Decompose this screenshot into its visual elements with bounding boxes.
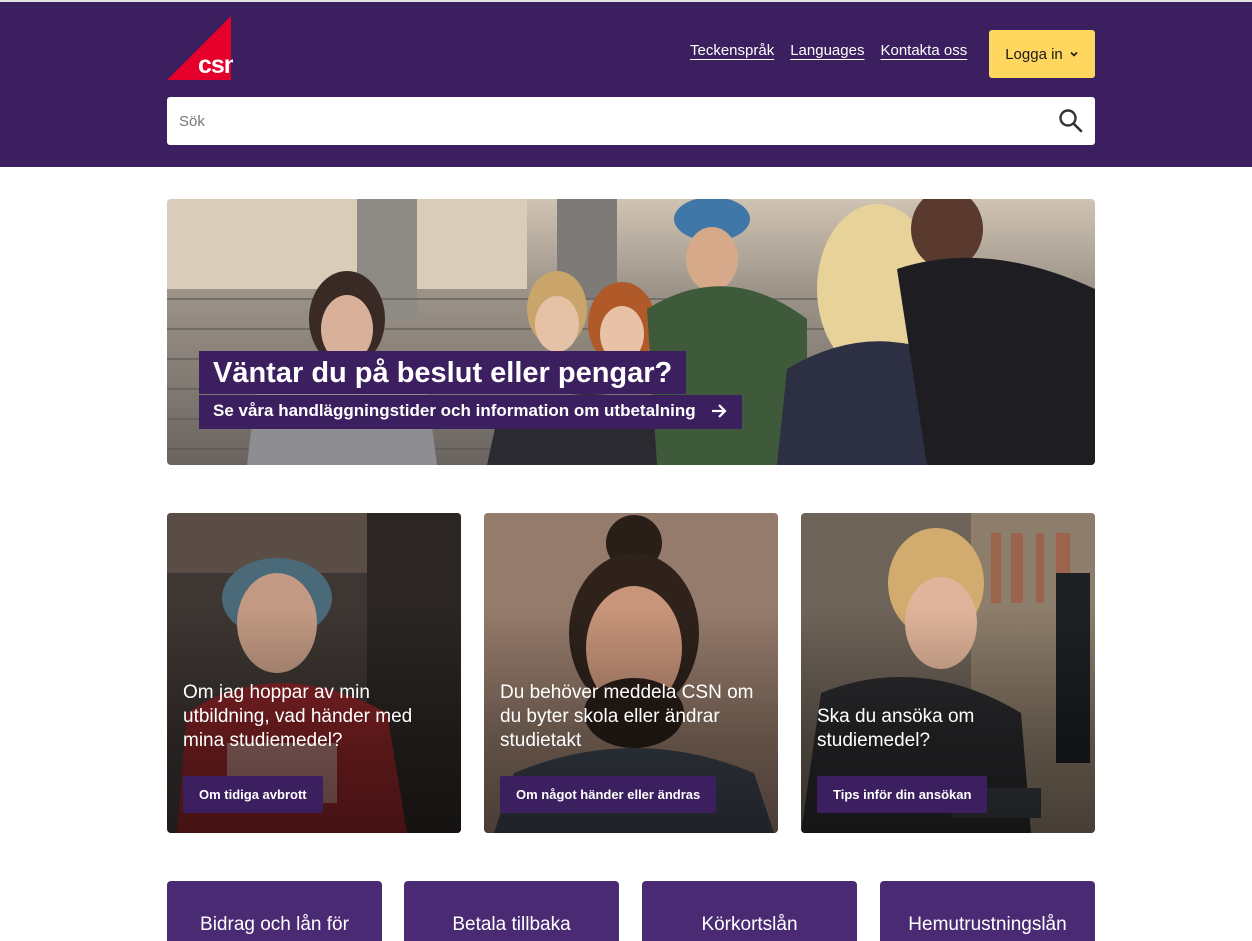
- hero-title: Väntar du på beslut eller pengar?: [199, 351, 687, 394]
- card-avbrott[interactable]: Om jag hoppar av min utbildning, vad hän…: [167, 513, 461, 833]
- csn-logo[interactable]: csn: [167, 16, 233, 80]
- card-text: Ska du ansöka om studiemedel?: [817, 706, 975, 751]
- search-bar: [167, 97, 1095, 145]
- tile-betala-tillbaka[interactable]: Betala tillbaka: [404, 881, 619, 941]
- link-languages[interactable]: Languages: [790, 42, 864, 59]
- hero-link[interactable]: Se våra handläggningstider och informati…: [199, 395, 742, 429]
- arrow-right-icon: [711, 404, 727, 418]
- card-button[interactable]: Om tidiga avbrott: [183, 776, 323, 813]
- card-button[interactable]: Tips inför din ansökan: [817, 776, 988, 813]
- tile-bidrag-och-lan[interactable]: Bidrag och lån för: [167, 881, 382, 941]
- hero-link-label: Se våra handläggningstider och informati…: [213, 401, 696, 420]
- svg-text:csn: csn: [198, 51, 233, 79]
- login-label: Logga in: [1005, 45, 1063, 63]
- card-text: Om jag hoppar av min utbildning, vad hän…: [183, 682, 413, 751]
- link-kontakta-oss[interactable]: Kontakta oss: [880, 42, 967, 59]
- card-andringar[interactable]: Du behöver meddela CSN om du byter skola…: [484, 513, 778, 833]
- search-input[interactable]: [167, 97, 1027, 145]
- link-teckensprak[interactable]: Teckenspråk: [690, 42, 774, 59]
- top-links: Teckenspråk Languages Kontakta oss: [690, 42, 967, 59]
- chevron-down-icon: [1070, 51, 1078, 57]
- card-button[interactable]: Om något händer eller ändras: [500, 776, 717, 813]
- hero-banner[interactable]: Väntar du på beslut eller pengar? Se vår…: [167, 199, 1095, 465]
- search-icon[interactable]: [1057, 107, 1085, 135]
- site-header: csn Teckenspråk Languages Kontakta oss L…: [0, 2, 1252, 167]
- tile-hemutrustningslan[interactable]: Hemutrustningslån: [880, 881, 1095, 941]
- card-ansokan[interactable]: Ska du ansöka om studiemedel? Tips inför…: [801, 513, 1095, 833]
- tile-korkortslan[interactable]: Körkortslån: [642, 881, 857, 941]
- login-button[interactable]: Logga in: [989, 30, 1095, 78]
- card-text: Du behöver meddela CSN om du byter skola…: [500, 682, 754, 751]
